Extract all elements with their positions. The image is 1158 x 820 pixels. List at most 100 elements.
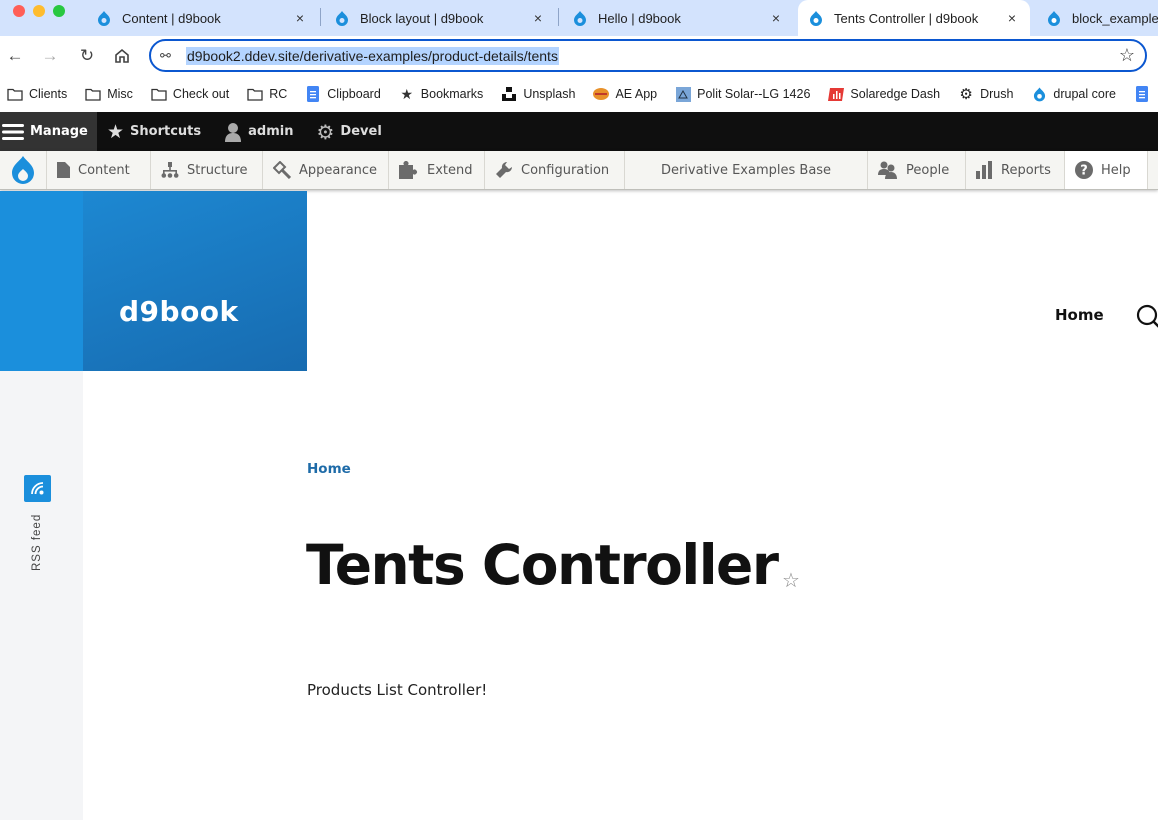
tray-item-configuration[interactable]: Configuration — [485, 151, 625, 189]
bookmark-label: RC — [269, 87, 288, 101]
bookmark-label: Unsplash — [523, 87, 576, 101]
bookmark-label: Misc — [107, 87, 133, 101]
tray-item-extend[interactable]: Extend — [389, 151, 485, 189]
site-branding[interactable]: d9book — [83, 191, 307, 371]
help-icon: ? — [1075, 161, 1093, 179]
bookmark-item[interactable]: Unsplash — [501, 86, 575, 102]
back-button[interactable]: ← — [3, 44, 27, 68]
toolbar-tab-label: Manage — [30, 124, 88, 139]
main-nav-home-link[interactable]: Home — [1055, 306, 1104, 324]
shortcut-star-icon[interactable]: ☆ — [782, 568, 800, 593]
browser-toolbar: ← → ↻ ⚯ d9book2.ddev.site/derivative-exa… — [0, 36, 1158, 76]
tray-item-appearance[interactable]: Appearance — [263, 151, 389, 189]
home-button[interactable] — [110, 44, 134, 68]
bookmark-label: drupal core — [1053, 87, 1116, 101]
bookmark-item[interactable]: AE App — [593, 86, 657, 102]
drupal-home-link[interactable] — [0, 151, 47, 189]
close-tab-icon[interactable]: × — [530, 10, 546, 26]
puzzle-icon — [399, 161, 419, 179]
solar-icon — [675, 86, 691, 102]
bookmark-label: Polit Solar--LG 1426 — [697, 87, 811, 101]
tab-divider — [320, 8, 321, 26]
toolbar-devel-tab[interactable]: ⚙ Devel — [306, 112, 394, 151]
tray-item-label: Reports — [1001, 162, 1051, 178]
tray-item-label: People — [906, 162, 950, 178]
tray-item-people[interactable]: People — [868, 151, 966, 189]
tab-title: Tents Controller | d9book — [834, 10, 979, 26]
sitemap-icon — [161, 162, 179, 178]
tray-item-label: Structure — [187, 162, 248, 178]
drupal-icon — [808, 10, 824, 26]
bookmark-label: Bookmarks — [420, 87, 484, 101]
site-settings-icon[interactable]: ⚯ — [160, 48, 171, 64]
doc-icon — [1134, 86, 1150, 102]
bar-chart-icon — [976, 161, 993, 179]
tray-item-label: Appearance — [299, 162, 378, 178]
bookmark-item[interactable]: Clipboard — [305, 86, 381, 102]
chart-icon — [828, 86, 845, 102]
bookmark-item[interactable]: Misc — [85, 86, 133, 102]
bookmark-item[interactable]: ★ Bookmarks — [399, 86, 484, 102]
browser-tab-strip: Content | d9book × Block layout | d9book… — [0, 0, 1158, 36]
social-sidebar: RSS feed — [0, 371, 83, 820]
breadcrumb-home-link[interactable]: Home — [307, 461, 351, 477]
folder-icon — [247, 86, 263, 102]
forward-button[interactable]: → — [38, 44, 62, 68]
tray-item-content[interactable]: Content — [47, 151, 151, 189]
bookmark-label: Clients — [29, 87, 68, 101]
tab-title: Hello | d9book — [598, 10, 681, 26]
admin-toolbar-bar: Manage ★ Shortcuts admin ⚙ Devel — [0, 112, 1158, 151]
bookmark-item[interactable]: Check out — [151, 86, 229, 102]
toolbar-manage-tab[interactable]: Manage — [0, 112, 97, 151]
close-tab-icon[interactable]: × — [1004, 10, 1020, 26]
home-icon — [115, 48, 129, 63]
url-text[interactable]: d9book2.ddev.site/derivative-examples/pr… — [186, 47, 559, 65]
bookmark-label: Solaredge Dash — [850, 87, 941, 101]
browser-tab-active[interactable]: Tents Controller | d9book × — [798, 0, 1030, 36]
bookmark-label: AE App — [615, 87, 658, 101]
address-bar[interactable]: ⚯ d9book2.ddev.site/derivative-examples/… — [149, 39, 1147, 72]
bookmark-item[interactable]: ⚙ Drush — [958, 86, 1014, 103]
bookmark-item[interactable]: Clients — [7, 86, 67, 102]
bookmark-item[interactable]: Solaredge Dash — [828, 86, 940, 102]
browser-tab[interactable]: block_examples — [1036, 0, 1158, 36]
minimize-window-button[interactable] — [33, 5, 45, 17]
bookmark-item[interactable] — [1134, 86, 1156, 102]
folder-icon — [7, 86, 23, 102]
bookmark-item[interactable]: Polit Solar--LG 1426 — [675, 86, 810, 102]
browser-tab[interactable]: Block layout | d9book × — [324, 0, 556, 36]
folder-icon — [85, 86, 101, 102]
search-button[interactable] — [1135, 303, 1158, 333]
close-tab-icon[interactable]: × — [768, 10, 784, 26]
maximize-window-button[interactable] — [53, 5, 65, 17]
bookmark-label: Drush — [980, 87, 1014, 101]
drupal-logo-icon — [12, 156, 34, 184]
bookmark-item[interactable]: RC — [247, 86, 287, 102]
close-window-button[interactable] — [13, 5, 25, 17]
site-name[interactable]: d9book — [119, 295, 239, 328]
toolbar-shortcuts-tab[interactable]: ★ Shortcuts — [97, 112, 214, 151]
toolbar-user-tab[interactable]: admin — [214, 112, 306, 151]
ae-app-icon — [593, 86, 610, 102]
rss-feed-button[interactable] — [24, 475, 51, 502]
tab-divider — [558, 8, 559, 26]
tray-item-help[interactable]: ? Help — [1065, 151, 1148, 189]
tray-item-reports[interactable]: Reports — [966, 151, 1065, 189]
bookmark-item[interactable]: drupal core — [1031, 86, 1116, 102]
tray-item-structure[interactable]: Structure — [151, 151, 263, 189]
drupal-icon — [96, 10, 112, 26]
tab-title: Content | d9book — [122, 10, 221, 26]
reload-button[interactable]: ↻ — [75, 44, 99, 68]
folder-icon — [151, 86, 167, 102]
header-left-block — [0, 191, 83, 371]
tray-item-label: Configuration — [521, 162, 610, 178]
star-icon: ★ — [107, 120, 125, 143]
tray-item-derivative-examples-base[interactable]: Derivative Examples Base — [625, 151, 868, 189]
close-tab-icon[interactable]: × — [292, 10, 308, 26]
bookmark-star-icon[interactable]: ☆ — [1119, 45, 1135, 66]
browser-tab[interactable]: Content | d9book × — [86, 0, 318, 36]
bookmarks-bar: Clients Misc Check out RC Clipboard ★ Boo… — [0, 76, 1158, 112]
browser-tab[interactable]: Hello | d9book × — [562, 0, 794, 36]
rss-feed-label[interactable]: RSS feed — [31, 501, 43, 571]
toolbar-tab-label: Devel — [340, 124, 382, 139]
